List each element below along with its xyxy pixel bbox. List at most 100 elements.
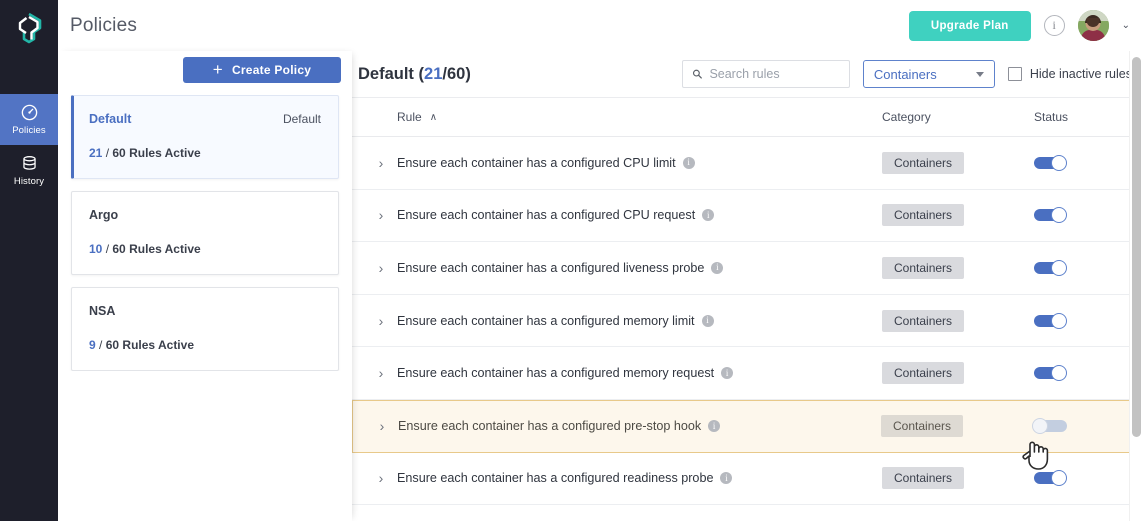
info-icon[interactable]: i: [702, 209, 715, 222]
rule-cell: Ensure each container has a configured m…: [397, 366, 882, 380]
table-row[interactable]: › Ensure each container has a configured…: [352, 452, 1144, 506]
column-header-category[interactable]: Category: [882, 110, 1034, 124]
column-header-status[interactable]: Status: [1034, 110, 1144, 124]
policy-card-name: Argo: [89, 208, 119, 222]
status-cell: [1032, 418, 1143, 435]
chevron-right-icon[interactable]: ›: [365, 365, 397, 381]
rule-name: Ensure each container has a configured C…: [397, 155, 676, 170]
table-row[interactable]: › Ensure each container has a configured…: [352, 347, 1144, 400]
toggle-knob: [1051, 312, 1067, 329]
fairwinds-logo-icon: [18, 12, 42, 44]
policy-active-count: 21: [89, 146, 103, 160]
status-toggle[interactable]: [1034, 312, 1068, 329]
create-policy-label: Create Policy: [231, 63, 312, 77]
sidebar-item-history[interactable]: History: [0, 145, 58, 196]
table-row[interactable]: › Ensure each container has a configured…: [352, 294, 1144, 348]
category-cell: Containers: [882, 204, 1034, 227]
category-filter-value: Containers: [873, 66, 937, 82]
info-icon[interactable]: i: [711, 261, 724, 274]
app-logo[interactable]: [0, 0, 58, 56]
category-filter-dropdown[interactable]: Containers: [862, 60, 995, 88]
vertical-scrollbar[interactable]: [1132, 57, 1141, 437]
policy-card-tag: Default: [282, 112, 321, 126]
scrollbar-thumb[interactable]: [1132, 57, 1141, 437]
category-badge: Containers: [882, 309, 965, 332]
rule-cell: Ensure each container has a configured l…: [397, 261, 882, 275]
status-cell: [1034, 259, 1144, 276]
status-toggle[interactable]: [1034, 259, 1068, 276]
info-icon[interactable]: i: [682, 156, 695, 169]
plus-icon: +: [212, 59, 223, 79]
policy-total-count: 60: [105, 338, 120, 352]
chevron-right-icon[interactable]: ›: [365, 155, 397, 171]
sidebar-item-label: History: [13, 176, 45, 187]
chevron-right-icon[interactable]: ›: [365, 470, 397, 486]
table-row[interactable]: › Ensure each container has a configured…: [352, 242, 1144, 295]
info-icon[interactable]: i: [708, 420, 721, 433]
policy-total-count: 60: [112, 242, 126, 256]
policy-card-stats: 21 / 60 Rules Active: [89, 146, 321, 160]
toggle-knob: [1051, 365, 1067, 382]
status-toggle[interactable]: [1034, 470, 1068, 487]
policy-card-argo[interactable]: Argo 10 / 60 Rules Active: [71, 191, 339, 275]
rules-title-name: Default: [358, 64, 414, 83]
create-policy-button[interactable]: + Create Policy: [183, 57, 341, 83]
category-badge: Containers: [882, 151, 965, 174]
table-row[interactable]: › Ensure each container has a configured…: [352, 137, 1144, 190]
sidebar-item-policies[interactable]: Policies: [0, 94, 58, 145]
policy-card-nsa[interactable]: NSA 9 / 60 Rules Active: [71, 287, 339, 371]
policy-card-default[interactable]: Default Default 21 / 60 Rules Active: [71, 95, 339, 179]
category-badge: Containers: [882, 362, 965, 385]
rules-filter-controls: Containers Hide inactive rules: [681, 60, 1132, 88]
sidebar-item-label: Policies: [12, 125, 46, 136]
policy-card-header: Default Default: [89, 112, 321, 126]
table-row[interactable]: › Ensure each container has a configured…: [352, 189, 1144, 243]
rules-active-count: 21: [424, 64, 443, 83]
policy-card-header: Argo: [89, 208, 321, 222]
policy-stats-separator: /: [95, 338, 106, 352]
search-icon: [692, 69, 702, 79]
rules-panel: Default (21/60) Containers: [352, 51, 1144, 521]
rule-cell: Ensure each container has a configured r…: [397, 471, 882, 485]
search-rules-box[interactable]: [681, 60, 850, 88]
category-badge: Containers: [882, 256, 965, 279]
chevron-right-icon[interactable]: ›: [365, 313, 397, 329]
policy-card-name: Default: [89, 112, 132, 126]
toggle-knob: [1051, 259, 1067, 276]
info-icon[interactable]: i: [701, 314, 714, 327]
chevron-right-icon[interactable]: ›: [366, 418, 398, 434]
hide-inactive-rules-checkbox[interactable]: Hide inactive rules: [1007, 67, 1132, 81]
column-header-rule[interactable]: Rule ∧: [397, 110, 882, 124]
page-title: Policies: [70, 14, 138, 36]
rules-table: Rule ∧ Category Status › Ensure each con…: [352, 97, 1144, 521]
info-icon[interactable]: i: [1043, 15, 1065, 36]
chevron-right-icon[interactable]: ›: [365, 207, 397, 223]
chevron-down-icon[interactable]: ⌄: [1122, 20, 1130, 31]
table-row-highlighted[interactable]: › Ensure each container has a configured…: [352, 399, 1144, 453]
policy-card-stats: 10 / 60 Rules Active: [89, 242, 321, 256]
rules-title-open: (: [413, 64, 425, 83]
policy-stats-suffix: Rules Active: [122, 338, 194, 352]
rules-toolbar: Default (21/60) Containers: [352, 51, 1144, 97]
rules-title-close: ): [465, 64, 471, 83]
app-window: Policies History Policies Upgrade Plan i: [0, 0, 1144, 521]
category-cell: Containers: [882, 362, 1034, 385]
policy-total-count: 60: [112, 146, 126, 160]
category-cell: Containers: [882, 309, 1034, 332]
status-toggle[interactable]: [1032, 418, 1067, 435]
status-toggle[interactable]: [1034, 365, 1068, 382]
status-toggle[interactable]: [1034, 154, 1068, 171]
upgrade-plan-button[interactable]: Upgrade Plan: [908, 10, 1031, 41]
status-toggle[interactable]: [1034, 207, 1068, 224]
policy-active-count: 9: [89, 338, 96, 352]
policy-stats-separator: /: [102, 146, 113, 160]
info-icon[interactable]: i: [721, 367, 734, 380]
database-icon: [22, 156, 36, 170]
search-input[interactable]: [709, 67, 840, 81]
policy-card-header: NSA: [89, 304, 321, 318]
column-header-rule-label: Rule: [397, 110, 422, 124]
avatar[interactable]: [1077, 10, 1109, 41]
chevron-right-icon[interactable]: ›: [365, 260, 397, 276]
info-icon[interactable]: i: [720, 472, 733, 485]
category-cell: Containers: [881, 415, 1033, 438]
